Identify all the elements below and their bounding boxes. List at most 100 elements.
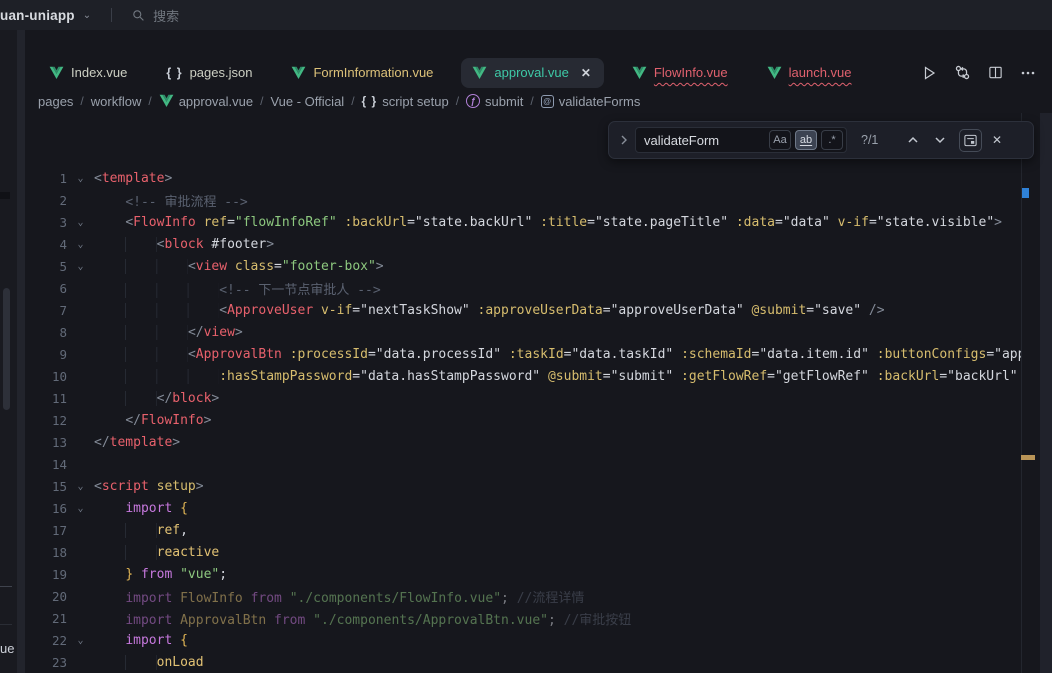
- global-search[interactable]: 搜索: [132, 6, 179, 25]
- vue-file-icon: [49, 66, 64, 80]
- breadcrumb-item-vue-official[interactable]: Vue - Official: [270, 94, 344, 109]
- line-number[interactable]: 21: [25, 611, 67, 626]
- code-line-15[interactable]: 15⌄<script setup>: [25, 475, 1021, 497]
- breadcrumb-item-script-setup[interactable]: { }script setup: [362, 94, 449, 109]
- find-input[interactable]: [644, 133, 765, 148]
- tab-approval-vue[interactable]: approval.vue✕: [461, 58, 604, 88]
- find-close-icon[interactable]: ✕: [992, 133, 1002, 147]
- breadcrumb-label: script setup: [382, 94, 448, 109]
- line-number[interactable]: 8: [25, 325, 67, 340]
- code-text: :hasStampPassword="data.hasStampPassword…: [94, 369, 1021, 384]
- breadcrumb: pages/workflow/approval.vue/Vue - Offici…: [38, 90, 640, 112]
- code-line-10[interactable]: 10 :hasStampPassword="data.hasStampPassw…: [25, 365, 1021, 387]
- symbol-function-icon: ƒ: [466, 94, 480, 108]
- breadcrumb-separator: /: [260, 94, 263, 108]
- breadcrumb-item-submit[interactable]: ƒsubmit: [466, 94, 523, 109]
- line-number[interactable]: 12: [25, 413, 67, 428]
- line-number[interactable]: 14: [25, 457, 67, 472]
- line-number[interactable]: 6: [25, 281, 67, 296]
- line-number[interactable]: 20: [25, 589, 67, 604]
- sidebar-scrollbar-thumb[interactable]: [3, 288, 10, 410]
- code-line-2[interactable]: 2 <!-- 审批流程 -->: [25, 189, 1021, 211]
- code-text: </FlowInfo>: [94, 413, 1021, 428]
- line-number[interactable]: 9: [25, 347, 67, 362]
- find-in-selection-icon[interactable]: [959, 129, 982, 152]
- breadcrumb-separator: /: [80, 94, 83, 108]
- line-number[interactable]: 11: [25, 391, 67, 406]
- tab-index-vue[interactable]: Index.vue: [38, 58, 138, 88]
- code-line-8[interactable]: 8 </view>: [25, 321, 1021, 343]
- code-line-20[interactable]: 20 import FlowInfo from "./components/Fl…: [25, 585, 1021, 607]
- more-actions-icon[interactable]: [1018, 63, 1038, 83]
- find-next-icon[interactable]: [931, 131, 949, 149]
- fold-chevron-icon[interactable]: ⌄: [67, 239, 94, 250]
- chevron-down-icon[interactable]: ⌄: [83, 10, 91, 21]
- code-line-21[interactable]: 21 import ApprovalBtn from "./components…: [25, 607, 1021, 629]
- code-line-22[interactable]: 22⌄ import {: [25, 629, 1021, 651]
- line-number[interactable]: 15: [25, 479, 67, 494]
- split-editor-icon[interactable]: [985, 63, 1005, 83]
- code-line-4[interactable]: 4⌄ <block #footer>: [25, 233, 1021, 255]
- line-number[interactable]: 7: [25, 303, 67, 318]
- code-text: </template>: [94, 435, 1021, 450]
- tab-forminformation-vue[interactable]: FormInformation.vue: [280, 58, 444, 88]
- code-line-16[interactable]: 16⌄ import {: [25, 497, 1021, 519]
- code-line-13[interactable]: 13 </template>: [25, 431, 1021, 453]
- breadcrumb-item-pages[interactable]: pages: [38, 94, 73, 109]
- line-number[interactable]: 18: [25, 545, 67, 560]
- line-number[interactable]: 2: [25, 193, 67, 208]
- code-line-19[interactable]: 19 } from "vue";: [25, 563, 1021, 585]
- whole-word-toggle[interactable]: ab: [795, 130, 817, 150]
- breadcrumb-item-workflow[interactable]: workflow: [91, 94, 142, 109]
- code-text: ref,: [94, 523, 1021, 538]
- code-line-7[interactable]: 7 <ApproveUser v-if="nextTaskShow" :appr…: [25, 299, 1021, 321]
- find-previous-icon[interactable]: [904, 131, 922, 149]
- line-number[interactable]: 10: [25, 369, 67, 384]
- line-number[interactable]: 3: [25, 215, 67, 230]
- line-number[interactable]: 13: [25, 435, 67, 450]
- tab-flowinfo-vue[interactable]: FlowInfo.vue: [621, 58, 739, 88]
- code-line-1[interactable]: 1⌄<template>: [25, 167, 1021, 189]
- compare-changes-icon[interactable]: [952, 63, 972, 83]
- sliver-divider: [0, 586, 12, 587]
- line-number[interactable]: 22: [25, 633, 67, 648]
- line-number[interactable]: 1: [25, 171, 67, 186]
- code-line-18[interactable]: 18 reactive: [25, 541, 1021, 563]
- fold-chevron-icon[interactable]: ⌄: [67, 635, 94, 646]
- fold-chevron-icon[interactable]: ⌄: [67, 217, 94, 228]
- line-number[interactable]: 4: [25, 237, 67, 252]
- code-line-5[interactable]: 5⌄ <view class="footer-box">: [25, 255, 1021, 277]
- line-number[interactable]: 16: [25, 501, 67, 516]
- tab-label: pages.json: [190, 65, 253, 80]
- code-line-14[interactable]: 14: [25, 453, 1021, 475]
- fold-chevron-icon[interactable]: ⌄: [67, 261, 94, 272]
- code-line-12[interactable]: 12 </FlowInfo>: [25, 409, 1021, 431]
- line-number[interactable]: 5: [25, 259, 67, 274]
- tab-launch-vue[interactable]: launch.vue: [756, 58, 863, 88]
- breadcrumb-item-approval-vue[interactable]: approval.vue: [159, 94, 253, 109]
- code-line-17[interactable]: 17 ref,: [25, 519, 1021, 541]
- editor-scrollbar-strip[interactable]: [1040, 113, 1052, 673]
- tab-pages-json[interactable]: { }pages.json: [155, 58, 263, 88]
- code-editor[interactable]: 1⌄<template>2 <!-- 审批流程 -->3⌄ <FlowInfo …: [25, 167, 1021, 673]
- line-number[interactable]: 23: [25, 655, 67, 670]
- fold-chevron-icon[interactable]: ⌄: [67, 481, 94, 492]
- code-line-23[interactable]: 23 onLoad: [25, 651, 1021, 673]
- line-number[interactable]: 19: [25, 567, 67, 582]
- run-icon[interactable]: [919, 63, 939, 83]
- code-line-6[interactable]: 6 <!-- 下一节点审批人 -->: [25, 277, 1021, 299]
- breadcrumb-item-validateforms[interactable]: @validateForms: [541, 94, 641, 109]
- project-menu[interactable]: uan-uniapp: [0, 8, 75, 23]
- breadcrumb-label: approval.vue: [179, 94, 253, 109]
- code-line-9[interactable]: 9 <ApprovalBtn :processId="data.processI…: [25, 343, 1021, 365]
- code-line-11[interactable]: 11 </block>: [25, 387, 1021, 409]
- regex-toggle[interactable]: .*: [821, 130, 843, 150]
- fold-chevron-icon[interactable]: ⌄: [67, 173, 94, 184]
- toggle-replace-icon[interactable]: [619, 135, 629, 145]
- breadcrumb-label: workflow: [91, 94, 142, 109]
- code-line-3[interactable]: 3⌄ <FlowInfo ref="flowInfoRef" :backUrl=…: [25, 211, 1021, 233]
- tab-close-icon[interactable]: ✕: [579, 66, 593, 80]
- line-number[interactable]: 17: [25, 523, 67, 538]
- match-case-toggle[interactable]: Aa: [769, 130, 791, 150]
- fold-chevron-icon[interactable]: ⌄: [67, 503, 94, 514]
